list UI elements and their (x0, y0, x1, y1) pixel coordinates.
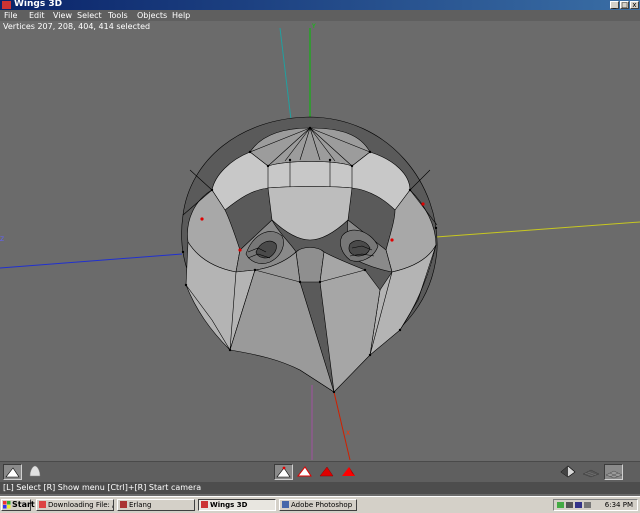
menu-objects[interactable]: Objects (137, 10, 167, 21)
body-mode-icon (342, 467, 355, 476)
menu-tools[interactable]: Tools (108, 10, 128, 21)
sphere-icon (29, 465, 41, 477)
vertex-mode-icon (276, 466, 291, 478)
help-bar: [L] Select [R] Show menu [Ctrl]+[R] Star… (0, 482, 640, 494)
smooth-preview-icon (582, 469, 600, 478)
monitor-icon[interactable] (566, 502, 573, 508)
start-button[interactable]: Start (1, 499, 35, 511)
menu-edit[interactable]: Edit (29, 10, 45, 21)
system-tray: 6:34 PM (553, 499, 638, 511)
face-mode-icon (319, 466, 334, 477)
x-axis-label: X (346, 430, 350, 437)
menu-help[interactable]: Help (172, 10, 190, 21)
wireframe-button[interactable] (560, 464, 579, 480)
smooth-preview-button[interactable] (582, 464, 601, 480)
task-wings3d[interactable]: Wings 3D (198, 499, 276, 511)
z-axis-label: Z (0, 236, 4, 243)
groundplane-icon (605, 470, 623, 479)
maximize-button[interactable]: □ (620, 1, 629, 9)
minimize-button[interactable]: _ (610, 1, 619, 9)
clock[interactable]: 6:34 PM (605, 500, 633, 510)
title-bar: Wings 3D _ □ x (0, 0, 640, 10)
selection-status: Vertices 207, 208, 404, 414 selected (3, 22, 151, 31)
wings-task-icon (201, 501, 208, 508)
menu-bar: File Edit View Select Tools Objects Help (0, 10, 640, 21)
3d-viewport[interactable]: Y Z X (0, 21, 640, 461)
window-title: Wings 3D (14, 0, 63, 9)
face-mode-button[interactable] (318, 464, 337, 480)
menu-select[interactable]: Select (77, 10, 102, 21)
sphere-button[interactable] (26, 464, 45, 480)
task-downloading[interactable]: Downloading File: /wings/... (36, 499, 114, 511)
wireframe-icon (560, 465, 576, 478)
app-tray-icon[interactable] (575, 502, 582, 508)
menu-view[interactable]: View (53, 10, 72, 21)
geometry-view-button[interactable] (3, 464, 22, 480)
wings-app-icon (2, 1, 11, 9)
volume-icon[interactable] (584, 502, 591, 508)
opera-icon (39, 501, 46, 508)
windows-logo-icon (3, 501, 11, 509)
vertex-mode-button[interactable] (274, 464, 293, 480)
task-label: Adobe Photoshop (291, 501, 353, 509)
task-photoshop[interactable]: Adobe Photoshop (279, 499, 357, 511)
edge-mode-button[interactable] (296, 464, 315, 480)
task-erlang[interactable]: Erlang (117, 499, 195, 511)
windows-taskbar: Start Downloading File: /wings/... Erlan… (0, 496, 640, 513)
bottom-toolbar (0, 461, 640, 483)
start-label: Start (12, 500, 35, 509)
close-button[interactable]: x (630, 1, 639, 9)
task-label: Erlang (129, 501, 152, 509)
erlang-icon (120, 501, 127, 508)
body-mode-button[interactable] (340, 464, 359, 480)
help-text: [L] Select [R] Show menu [Ctrl]+[R] Star… (3, 483, 202, 492)
groundplane-button[interactable] (604, 464, 623, 480)
task-label: Wings 3D (210, 501, 248, 509)
photoshop-icon (282, 501, 289, 508)
menu-file[interactable]: File (4, 10, 17, 21)
network-icon[interactable] (557, 502, 564, 508)
geometry-view-icon (5, 467, 20, 478)
task-label: Downloading File: /wings/... (48, 501, 113, 509)
y-axis-label: Y (311, 23, 316, 30)
edge-mode-icon (296, 466, 312, 477)
